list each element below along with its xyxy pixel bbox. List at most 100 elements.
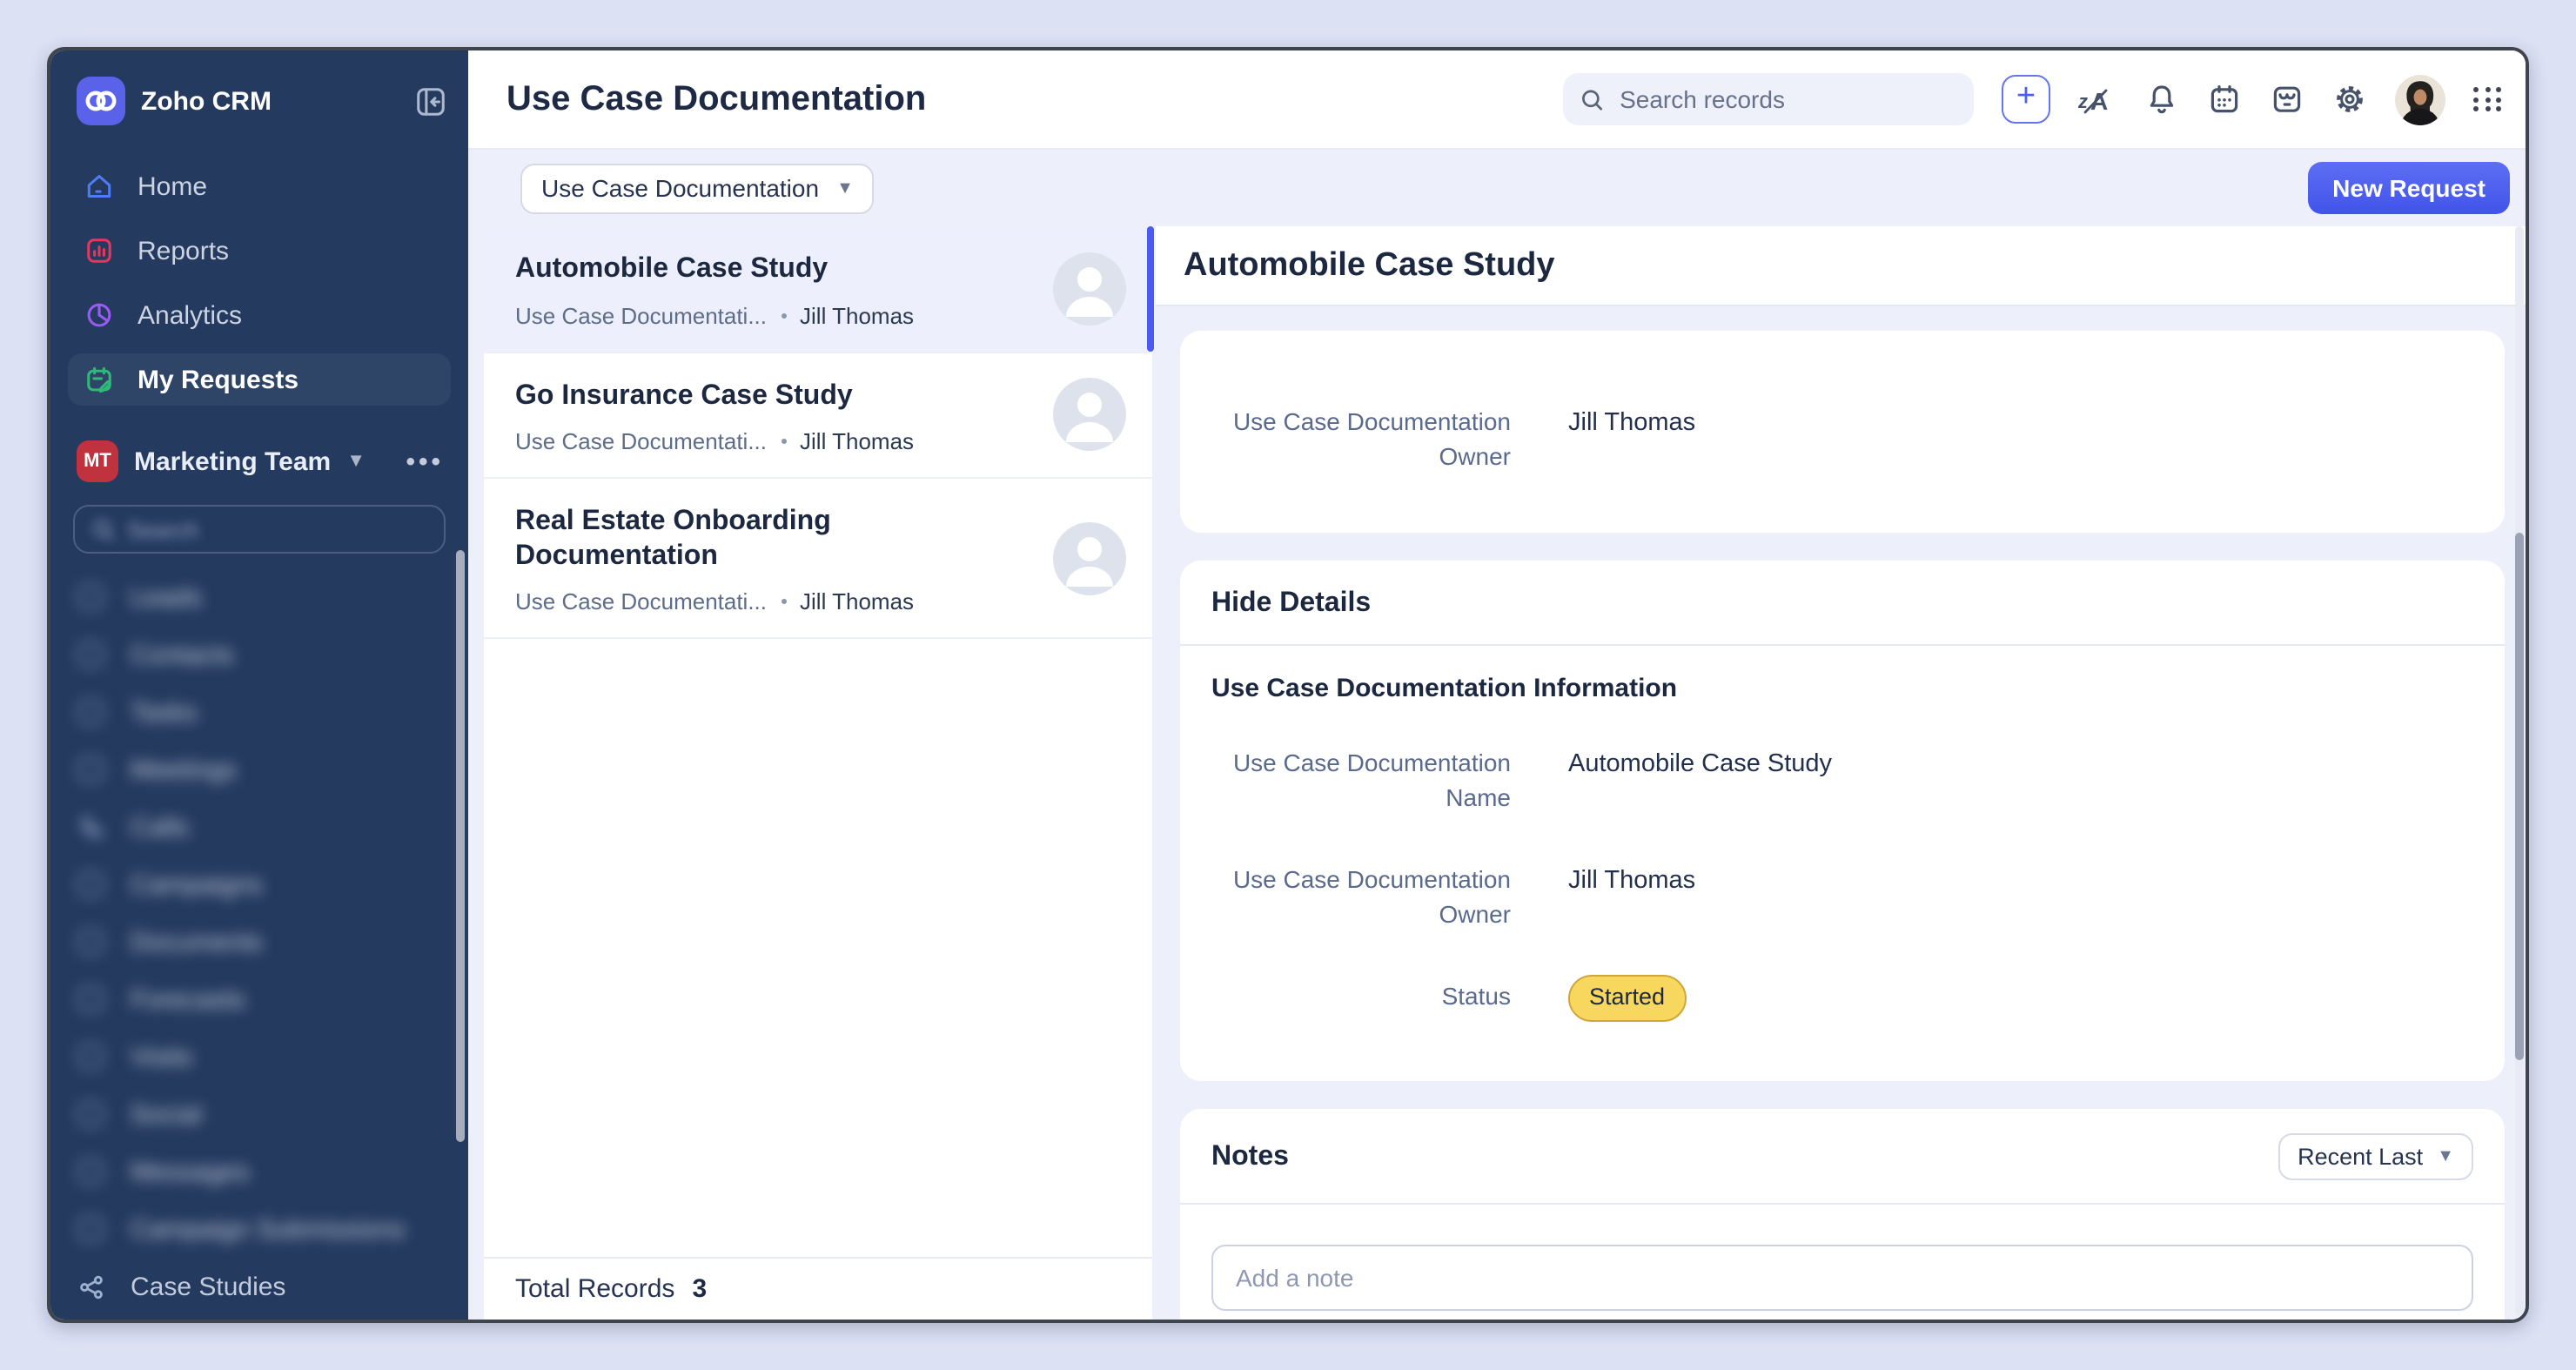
sidebar: Zoho CRM Home Reports xyxy=(50,50,468,1320)
record-list: Automobile Case Study Use Case Documenta… xyxy=(484,226,1152,1257)
list-item[interactable]: Real Estate Onboarding Documentation Use… xyxy=(484,479,1152,639)
record-list-panel: Automobile Case Study Use Case Documenta… xyxy=(484,226,1152,1320)
dot-separator xyxy=(781,439,786,444)
hide-details-toggle[interactable]: Hide Details xyxy=(1211,588,2473,620)
module-icon xyxy=(78,584,106,612)
apps-grid-icon[interactable] xyxy=(2473,87,2503,111)
sidebar-item-campaigns[interactable]: Campaigns xyxy=(50,856,468,914)
search-input[interactable] xyxy=(1616,84,1956,115)
total-records-count: 3 xyxy=(692,1274,707,1304)
settings-gear-icon[interactable] xyxy=(2332,82,2367,117)
module-icon xyxy=(78,1158,106,1186)
notifications-bell-icon[interactable] xyxy=(2144,82,2179,117)
record-avatar xyxy=(1053,521,1126,594)
content-panels: Automobile Case Study Use Case Documenta… xyxy=(468,226,2526,1320)
sidebar-search-input[interactable]: Search xyxy=(73,505,446,554)
sidebar-item-calls[interactable]: Calls xyxy=(50,799,468,856)
section-title: Use Case Documentation Information xyxy=(1211,674,2473,703)
field-label: Use Case Documentation Owner xyxy=(1211,406,1511,473)
team-avatar: MT xyxy=(77,440,118,482)
page-title: Use Case Documentation xyxy=(506,79,926,119)
field-value: Jill Thomas xyxy=(1568,863,1695,899)
chevron-down-icon: ▼ xyxy=(346,451,366,472)
sidebar-item-label: My Requests xyxy=(138,365,299,394)
sidebar-item-social[interactable]: Social xyxy=(50,1086,468,1144)
sidebar-item-contacts[interactable]: Contacts xyxy=(50,627,468,684)
svg-text:z: z xyxy=(2078,91,2088,112)
home-icon xyxy=(84,171,115,202)
record-title: Automobile Case Study xyxy=(515,252,942,286)
sidebar-item-reports[interactable]: Reports xyxy=(68,225,451,277)
sidebar-item-analytics[interactable]: Analytics xyxy=(68,289,451,341)
list-item[interactable]: Go Insurance Case Study Use Case Documen… xyxy=(484,353,1152,479)
zia-icon[interactable]: zA xyxy=(2078,82,2116,117)
sidebar-item-home[interactable]: Home xyxy=(68,160,451,212)
sidebar-item-meetings[interactable]: Meetings xyxy=(50,742,468,799)
record-type: Use Case Documentati... xyxy=(515,588,767,614)
record-subtitle: Use Case Documentati... Jill Thomas xyxy=(515,428,1041,454)
app-name: Zoho CRM xyxy=(141,86,414,116)
topbar-controls: + zA xyxy=(1563,73,2503,125)
team-name: Marketing Team xyxy=(134,447,331,476)
list-item[interactable]: Automobile Case Study Use Case Documenta… xyxy=(484,226,1152,353)
sidebar-header: Zoho CRM xyxy=(50,50,468,143)
notes-title: Notes xyxy=(1211,1142,1289,1173)
field-value: Jill Thomas xyxy=(1568,406,1695,441)
view-selector-label: Use Case Documentation xyxy=(541,174,819,202)
user-avatar[interactable] xyxy=(2395,74,2445,124)
reports-icon xyxy=(84,235,115,266)
sidebar-item-messages[interactable]: Messages xyxy=(50,1144,468,1201)
sidebar-item-leads[interactable]: Leads xyxy=(50,569,468,627)
sidebar-modules: Leads Contacts Tasks Meetings Calls Camp… xyxy=(50,564,468,1316)
sidebar-item-label: Reports xyxy=(138,236,229,265)
sidebar-item-forecasts[interactable]: Forecasts xyxy=(50,971,468,1029)
global-search[interactable] xyxy=(1563,73,1974,125)
sidebar-item-documents[interactable]: Documents xyxy=(50,914,468,971)
sidebar-item-label: Home xyxy=(138,171,207,201)
new-request-button[interactable]: New Request xyxy=(2308,162,2510,214)
record-title: Real Estate Onboarding Documentation xyxy=(515,505,942,573)
record-title: Go Insurance Case Study xyxy=(515,379,942,413)
detail-scroll-area[interactable]: Use Case Documentation Owner Jill Thomas… xyxy=(1156,306,2526,1320)
notes-card: Notes Recent Last ▼ xyxy=(1180,1110,2505,1320)
sidebar-item-campaign-submissions[interactable]: Campaign Submissions xyxy=(50,1201,468,1259)
module-icon xyxy=(78,699,106,727)
module-icon xyxy=(78,814,106,842)
record-type: Use Case Documentati... xyxy=(515,302,767,328)
chevron-down-icon: ▼ xyxy=(836,178,854,198)
field-label: Status xyxy=(1211,981,1511,1015)
status-badge: Started xyxy=(1568,976,1686,1023)
calendar-icon[interactable] xyxy=(2207,82,2242,117)
sidebar-item-visits[interactable]: Visits xyxy=(50,1029,468,1086)
notes-header: Notes Recent Last ▼ xyxy=(1211,1134,2473,1181)
divider xyxy=(1180,1204,2505,1205)
view-selector-dropdown[interactable]: Use Case Documentation ▼ xyxy=(520,163,875,213)
record-avatar xyxy=(1053,252,1126,326)
detail-header: Automobile Case Study xyxy=(1156,226,2526,306)
sidebar-scrollbar[interactable] xyxy=(456,550,465,1142)
record-detail-panel: Automobile Case Study Use Case Documenta… xyxy=(1156,226,2526,1320)
summary-card: Use Case Documentation Owner Jill Thomas xyxy=(1180,331,2505,533)
marketplace-icon[interactable] xyxy=(2270,82,2304,117)
quick-create-button[interactable]: + xyxy=(2002,75,2050,124)
field-label: Use Case Documentation Owner xyxy=(1211,863,1511,931)
analytics-icon xyxy=(84,299,115,331)
team-selector[interactable]: MT Marketing Team ▼ ••• xyxy=(50,418,468,498)
module-icon xyxy=(78,871,106,899)
my-requests-icon xyxy=(84,364,115,395)
sidebar-collapse-icon[interactable] xyxy=(414,84,447,118)
notes-sort-dropdown[interactable]: Recent Last ▼ xyxy=(2278,1134,2473,1181)
sidebar-item-my-requests[interactable]: My Requests xyxy=(68,353,451,406)
detail-scrollbar-thumb[interactable] xyxy=(2515,533,2524,1060)
sidebar-item-tasks[interactable]: Tasks xyxy=(50,684,468,742)
team-more-icon[interactable]: ••• xyxy=(406,447,444,476)
module-icon xyxy=(78,986,106,1014)
sidebar-item-case-studies[interactable]: Case Studies xyxy=(50,1259,468,1316)
field-row: Use Case Documentation Owner Jill Thomas xyxy=(1211,863,2473,931)
sidebar-search-placeholder: Search xyxy=(92,516,198,542)
add-note-input[interactable] xyxy=(1211,1246,2473,1312)
list-footer: Total Records 3 xyxy=(484,1257,1152,1320)
module-icon xyxy=(78,641,106,669)
screen: Zoho CRM Home Reports xyxy=(0,0,2576,1370)
detail-record-title: Automobile Case Study xyxy=(1184,246,1555,285)
